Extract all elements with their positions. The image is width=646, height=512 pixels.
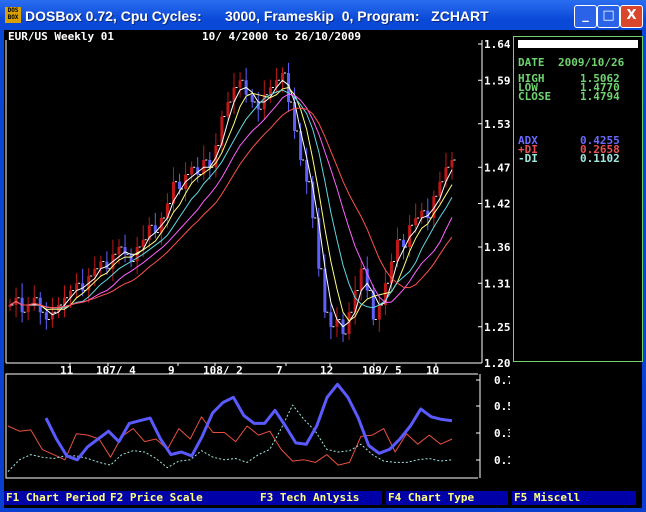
time-tick-label: 108/ 2 (203, 364, 243, 377)
candle-body (8, 305, 12, 307)
time-tick-label: 12 (320, 364, 333, 377)
function-key-menu: F1 Chart Period F2 Price Scale F3 Tech A… (4, 491, 642, 505)
time-tick-label: 109/ 5 (362, 364, 402, 377)
candle-body (178, 181, 182, 189)
menu-tech-analysis[interactable]: F3 Tech Anlysis (258, 491, 382, 505)
candle-body (117, 247, 121, 255)
candle-body (141, 239, 145, 247)
price-tick-label: 1.36 (484, 241, 510, 254)
candle-body (250, 94, 254, 102)
minimize-button[interactable]: _ (574, 5, 597, 28)
info-panel: DATE 2009/10/26 HIGH 1.5062 LOW 1.4770 C… (513, 36, 643, 362)
time-tick-label: 10 (426, 364, 439, 377)
price-tick-label: 1.47 (484, 161, 510, 174)
dos-screen: EUR/US Weekly 01 10/ 4/2000 to 26/10/200… (4, 30, 643, 508)
candle-body (420, 210, 424, 218)
candle-body (190, 167, 194, 175)
close-value: 1.4794 (580, 90, 620, 103)
candle-body (99, 261, 103, 269)
candle-body (44, 312, 48, 320)
price-tick-label: 1.64 (484, 38, 510, 51)
dmi-tick-label: 0.3460 (494, 427, 510, 440)
candle-body (220, 116, 224, 146)
close-button[interactable]: X (620, 5, 643, 28)
close-label: CLOSE (518, 90, 552, 103)
date-label: DATE (518, 56, 545, 69)
time-tick-label: 107/ 4 (96, 364, 136, 377)
candle-body (396, 239, 400, 262)
candle-body (438, 181, 442, 197)
info-bar (518, 40, 638, 48)
candle-body (226, 102, 230, 117)
candle-body (280, 73, 284, 81)
price-tick-label: 1.25 (484, 321, 510, 334)
price-tick-label: 1.59 (484, 74, 510, 87)
candle-body (359, 268, 363, 291)
candle-body (268, 87, 272, 95)
candle-body (26, 305, 30, 313)
mdi-label: -DI (518, 152, 538, 165)
time-tick-label: 9 (168, 364, 175, 377)
candle-body (329, 312, 333, 327)
dmi-tick-label: 0.7527 (494, 374, 510, 387)
candle-body (238, 80, 242, 88)
menu-chart-type[interactable]: F4 Chart Type (386, 491, 508, 505)
candle-body (414, 218, 418, 226)
dmi-tick-label: 0.5532 (494, 400, 510, 413)
date-value: 2009/10/26 (558, 56, 625, 69)
candle-body (93, 268, 97, 276)
dosbox-window: DOS BOX DOSBox 0.72, Cpu Cycles: 3000, F… (0, 0, 646, 512)
candle-body (450, 160, 454, 168)
title-bar[interactable]: DOS BOX DOSBox 0.72, Cpu Cycles: 3000, F… (0, 0, 646, 30)
menu-miscell[interactable]: F5 Miscell (512, 491, 636, 505)
window-title: DOSBox 0.72, Cpu Cycles: 3000, Frameskip… (25, 8, 489, 24)
time-tick-label: 7 (276, 364, 283, 377)
candle-body (75, 283, 79, 291)
price-tick-label: 1.53 (484, 118, 510, 131)
price-tick-label: 1.20 (484, 357, 510, 370)
dmi-tick-label: 0.1388 (494, 454, 510, 467)
chart-area[interactable]: 1.64 1.59 1.53 1.47 1.42 1.36 1.31 1.25 1.20 11 10… (4, 30, 510, 490)
maximize-button[interactable]: □ (597, 5, 620, 28)
candle-body (402, 239, 406, 247)
price-tick-label: 1.31 (484, 277, 510, 290)
price-tick-label: 1.42 (484, 198, 510, 211)
time-tick-label: 11 (60, 364, 74, 377)
dosbox-app-icon[interactable]: DOS BOX (5, 7, 21, 23)
adx-line (44, 382, 453, 462)
mdi-value: 0.1102 (580, 152, 620, 165)
menu-price-scale[interactable]: F2 Price Scale (108, 491, 254, 505)
candle-body (377, 305, 381, 320)
